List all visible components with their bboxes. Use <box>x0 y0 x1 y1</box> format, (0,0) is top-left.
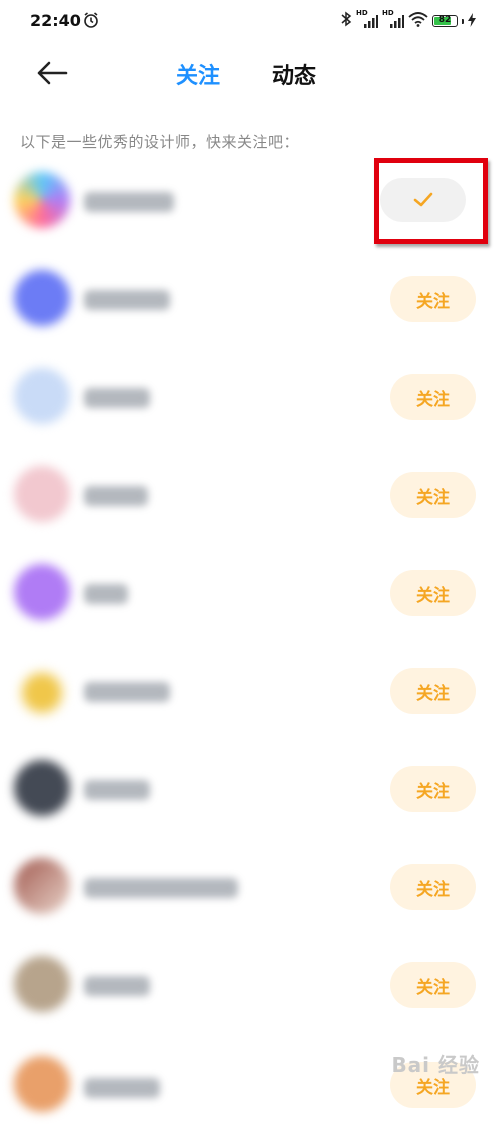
designer-name-blurred <box>84 682 170 702</box>
designer-name-blurred <box>84 780 150 800</box>
battery-level: 82 <box>438 15 452 25</box>
follow-button[interactable]: 关注 <box>390 472 476 518</box>
avatar[interactable] <box>14 564 70 620</box>
battery-icon: 82 <box>432 15 458 27</box>
designer-row: 关注 <box>0 640 500 738</box>
avatar[interactable] <box>14 956 70 1012</box>
designer-row: 关注 <box>0 738 500 836</box>
designer-row: 关注 <box>0 836 500 934</box>
back-arrow-icon <box>37 61 68 85</box>
avatar[interactable] <box>14 466 70 522</box>
avatar[interactable] <box>14 368 70 424</box>
designer-row: 关注 <box>0 444 500 542</box>
designer-name-blurred <box>84 1078 160 1098</box>
designer-row: 关注 <box>0 248 500 346</box>
battery-cap <box>462 18 464 24</box>
wifi-icon <box>408 11 428 31</box>
signal-icon-2: HD <box>382 9 404 29</box>
follow-button[interactable]: 关注 <box>390 766 476 812</box>
avatar[interactable] <box>14 1056 70 1112</box>
follow-button[interactable]: 关注 <box>390 374 476 420</box>
bluetooth-icon <box>340 11 352 31</box>
header: 关注 动态 <box>0 44 500 104</box>
section-hint: 以下是一些优秀的设计师，快来关注吧： <box>20 133 300 151</box>
designer-row: 关注 <box>0 934 500 1032</box>
alarm-clock-icon <box>82 11 100 33</box>
tab-dynamic[interactable]: 动态 <box>272 58 316 90</box>
avatar[interactable] <box>14 760 70 816</box>
designer-name-blurred <box>84 878 238 898</box>
avatar[interactable] <box>14 662 70 718</box>
designer-name-blurred <box>84 584 128 604</box>
designer-name-blurred <box>84 290 170 310</box>
status-time: 22:40 <box>30 11 81 30</box>
follow-button[interactable]: 关注 <box>390 962 476 1008</box>
avatar[interactable] <box>14 270 70 326</box>
follow-button[interactable]: 关注 <box>390 864 476 910</box>
status-bar: 22:40 HD HD 82 <box>0 0 500 44</box>
designer-name-blurred <box>84 388 150 408</box>
charging-icon <box>468 12 476 31</box>
designer-row: 关注 <box>0 1032 500 1130</box>
designer-row: 关注 <box>0 542 500 640</box>
avatar[interactable] <box>14 172 70 228</box>
signal-icon-1: HD <box>356 9 378 29</box>
designer-name-blurred <box>84 976 150 996</box>
back-button[interactable] <box>34 56 74 92</box>
watermark: Bai 经验 <box>391 1053 480 1077</box>
follow-button[interactable]: 关注 <box>390 276 476 322</box>
designer-name-blurred <box>84 486 148 506</box>
highlight-annotation-box <box>374 158 488 244</box>
follow-button[interactable]: 关注 <box>390 570 476 616</box>
tab-follow[interactable]: 关注 <box>176 58 220 90</box>
avatar[interactable] <box>14 858 70 914</box>
designer-row: 关注 <box>0 346 500 444</box>
status-icons: HD HD 82 <box>340 9 476 31</box>
follow-button[interactable]: 关注 <box>390 668 476 714</box>
designer-name-blurred <box>84 192 174 212</box>
